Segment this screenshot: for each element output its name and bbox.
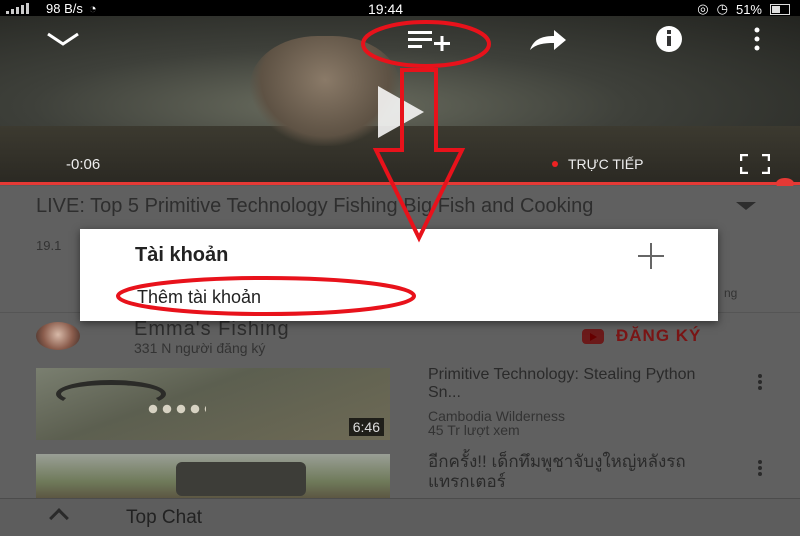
battery-icon <box>770 3 790 15</box>
live-chat-label: Top Chat <box>126 507 203 528</box>
battery-percentage: 51% <box>735 1 762 17</box>
video-title: LIVE: Top 5 Primitive Technology Fishing… <box>36 195 594 217</box>
chevron-up-icon[interactable] <box>49 508 69 528</box>
youtube-logo-icon <box>582 328 604 344</box>
add-account-plus-icon[interactable] <box>636 243 666 269</box>
alarm-icon: ◷ <box>716 1 728 16</box>
dialog-heading: Tài khoản <box>135 244 229 266</box>
video-thumbnail[interactable]: 6:46 <box>36 368 390 440</box>
recommended-video-title[interactable]: อีกครั้ง!! เด็กทึมพูชาจับงูใหญ่หลังรถแทร… <box>428 452 688 492</box>
recommended-video-views: 45 Tr lượt xem <box>428 422 520 438</box>
lock-rotation-icon: ◎ <box>697 1 709 16</box>
live-label: TRỰC TIẾP <box>568 156 644 172</box>
thumbnail-tractor <box>176 462 306 496</box>
channel-name[interactable]: Emma's Fishing <box>134 318 290 341</box>
app-screen: { "status_bar": { "network_speed": "98 B… <box>0 0 800 536</box>
video-player[interactable]: -0:06 TRỰC TIẾP <box>0 16 800 184</box>
subscriber-count: 331 N người đăng ký <box>134 340 266 356</box>
wifi-icon: ◔ <box>88 1 97 16</box>
video-thumbnail[interactable] <box>36 454 390 500</box>
more-options-icon[interactable] <box>758 374 762 392</box>
avatar[interactable] <box>36 322 80 350</box>
thumbnail-eggs <box>146 402 206 416</box>
info-icon[interactable] <box>654 24 684 54</box>
subscribe-label: ĐĂNG KÝ <box>616 326 702 345</box>
more-options-icon[interactable] <box>758 460 762 478</box>
live-dot-icon <box>552 161 558 167</box>
clock: 19:44 <box>368 1 404 17</box>
elapsed-time: -0:06 <box>66 156 101 173</box>
live-chat-bar[interactable]: Top Chat <box>0 498 800 536</box>
more-options-icon[interactable] <box>752 26 762 52</box>
video-duration: 6:46 <box>348 418 384 436</box>
expand-description-icon[interactable] <box>736 202 756 210</box>
status-bar: 98 B/s ◔ 19:44 ◎ ◷ 51% <box>0 0 800 17</box>
live-indicator: TRỰC TIẾP <box>552 156 643 172</box>
account-dialog: Tài khoản Thêm tài khoản <box>80 229 718 321</box>
action-label-partial: ng <box>724 286 738 300</box>
add-account-item[interactable]: Thêm tài khoản <box>137 287 261 308</box>
play-icon[interactable] <box>378 86 424 138</box>
share-icon[interactable] <box>528 28 568 52</box>
view-count: 19.1 <box>36 238 62 253</box>
subscribe-button[interactable]: ĐĂNG KÝ <box>582 326 701 346</box>
fullscreen-icon[interactable] <box>740 154 770 174</box>
collapse-chevron-icon[interactable] <box>46 32 80 46</box>
progress-bar[interactable] <box>0 182 800 185</box>
network-speed: 98 B/s <box>46 1 83 16</box>
add-to-playlist-icon[interactable] <box>406 28 456 52</box>
recommended-video-title[interactable]: Primitive Technology: Stealing Python Sn… <box>428 366 728 402</box>
signal-strength-icon <box>6 3 40 14</box>
